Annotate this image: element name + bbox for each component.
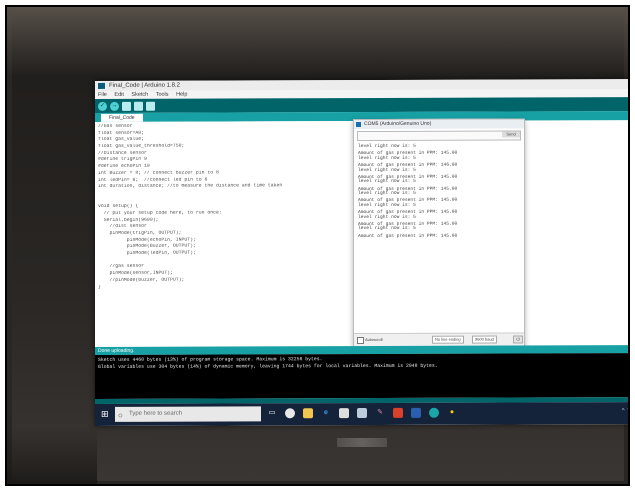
arduino-app-icon [98,82,105,89]
file-explorer-icon[interactable] [303,408,313,419]
tab-final-code[interactable]: Final_Code [101,113,143,122]
serial-monitor-window: COM5 (Arduino/Genuino Uno) Send level ri… [353,118,525,348]
clear-output-button[interactable]: Cl [513,335,523,344]
arduino-icon[interactable] [429,407,439,418]
menu-file[interactable]: File [98,92,107,98]
serial-monitor-icon [356,122,361,128]
menu-help[interactable]: Help [176,92,187,98]
send-button[interactable]: Send [502,131,520,138]
task-view-icon[interactable]: ▭ [267,408,277,418]
dell-logo [337,438,387,447]
autoscroll-checkbox[interactable] [357,337,364,345]
window-titlebar: Final_Code | Arduino 1.8.2 [95,79,628,91]
search-icon: ○ [118,410,123,420]
chrome-icon[interactable] [285,408,295,419]
serial-line: Amount of gas present in PPM: 145.00 [358,233,458,239]
serial-output: level right now is: 5 Amount of gas pres… [354,142,524,333]
line-ending-select[interactable]: No line ending [432,335,464,344]
serial-monitor-footer: Autoscroll No line ending 9600 baud Cl [354,332,524,347]
office-icon[interactable] [393,407,403,418]
save-icon[interactable] [146,101,155,111]
menu-edit[interactable]: Edit [114,92,123,98]
console-line: Global variables use 304 bytes (14%) of … [98,363,438,370]
word-icon[interactable] [411,407,421,418]
output-console: Sketch uses 4460 bytes (13%) of program … [95,353,628,399]
background-light [7,7,628,77]
paint-icon[interactable]: ✎ [375,408,385,418]
taskbar-search-box[interactable]: ○ Type here to search [115,406,261,422]
code-editor[interactable]: //Gas sensor float sensor=A0; float gas_… [95,121,353,347]
baud-rate-select[interactable]: 9600 baud [472,335,497,344]
store-icon[interactable] [339,408,349,419]
photos-icon[interactable] [357,408,367,419]
system-tray: ^ ⌃ ◂ [621,408,630,415]
taskbar-search-placeholder: Type here to search [129,410,183,417]
edge-icon[interactable]: e [321,408,331,418]
window-title: Final_Code | Arduino 1.8.2 [109,82,180,89]
upload-icon[interactable]: → [110,101,119,111]
autoscroll-label: Autoscroll [365,336,383,343]
windows-start-icon[interactable]: ⊞ [101,409,110,419]
code-line: } [98,284,101,290]
menu-sketch[interactable]: Sketch [131,92,148,98]
serial-send-input[interactable]: Send [357,130,521,142]
serial-monitor-title: COM5 (Arduino/Genuino Uno) [364,120,432,128]
verify-icon[interactable]: ✓ [98,101,107,111]
maps-icon[interactable]: ● [447,408,457,418]
photo-frame: Final_Code | Arduino 1.8.2 File Edit Ske… [5,5,630,486]
laptop-screen: Final_Code | Arduino 1.8.2 File Edit Ske… [95,79,630,426]
serial-monitor-titlebar: COM5 (Arduino/Genuino Uno) [354,119,524,130]
open-icon[interactable] [134,101,143,111]
new-icon[interactable] [122,101,131,111]
desk-surface [7,427,97,484]
windows-taskbar: ⊞ ○ Type here to search ▭ e ✎ ● ^ ⌃ ◂ [95,402,630,426]
menu-tools[interactable]: Tools [156,92,169,98]
